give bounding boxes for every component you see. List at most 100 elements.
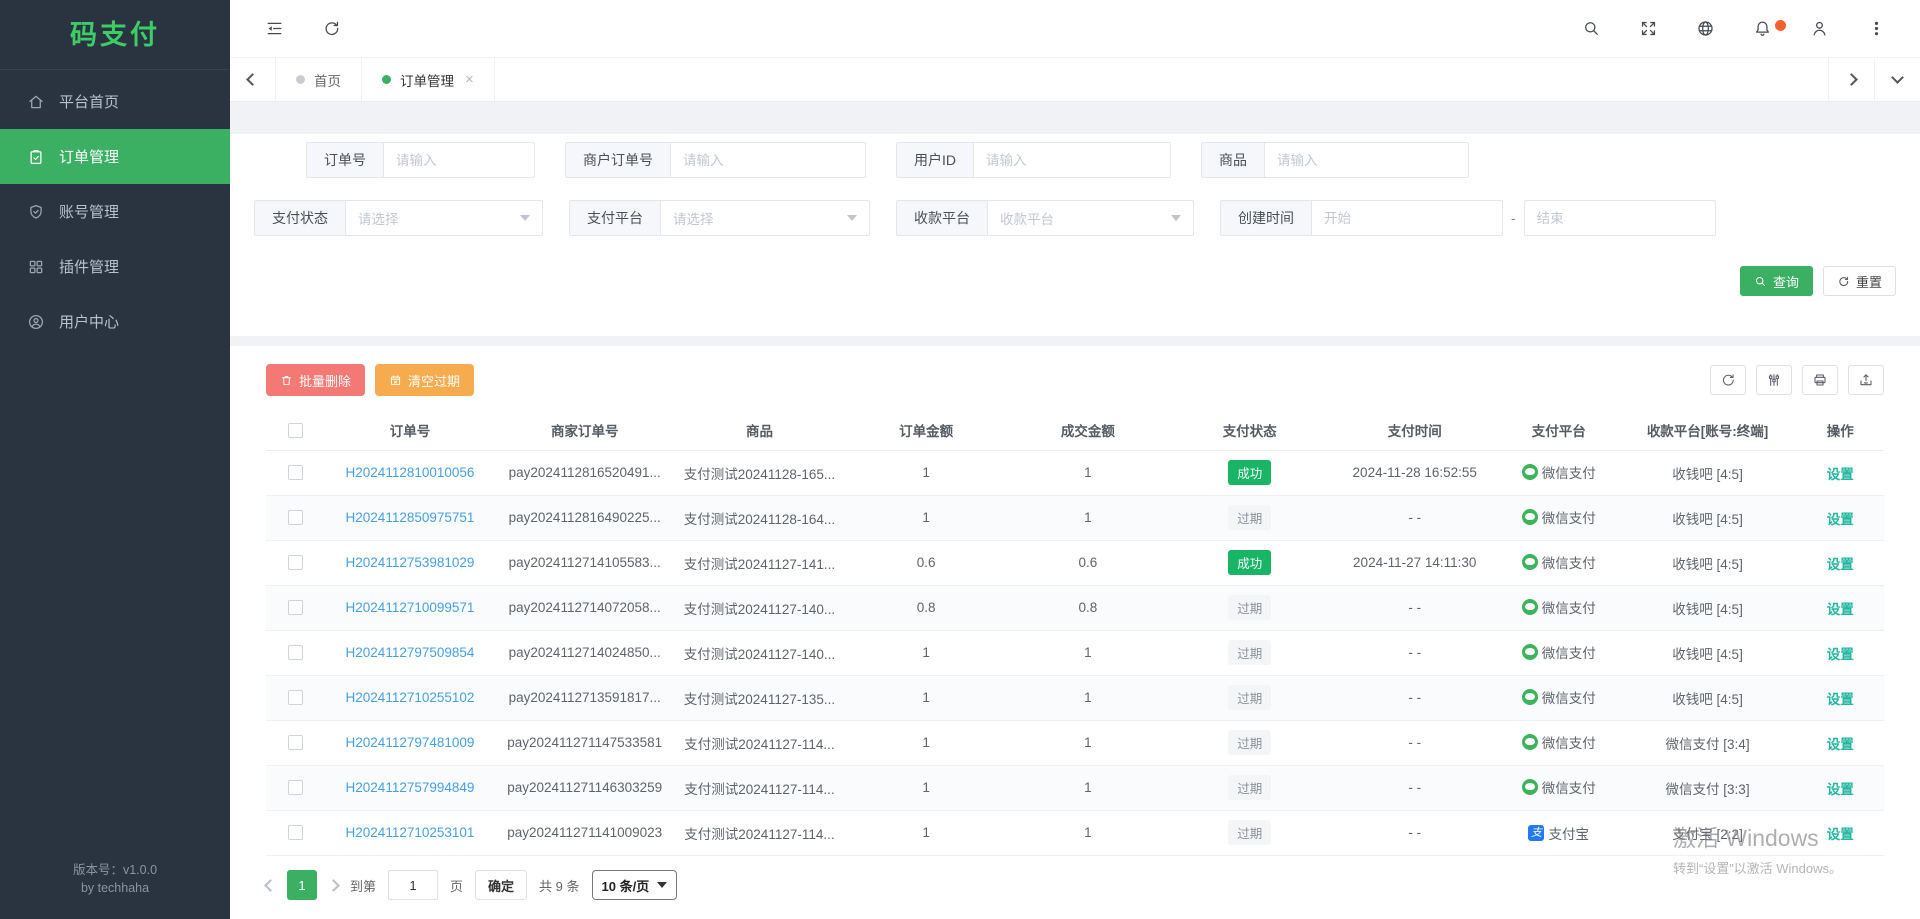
fullscreen-icon[interactable]	[1638, 19, 1658, 39]
order-no-link[interactable]: H2024112753981029	[346, 555, 475, 570]
row-checkbox[interactable]	[288, 690, 303, 705]
user-icon[interactable]	[1809, 19, 1829, 39]
receive-platform-select[interactable]: 收款平台	[987, 200, 1194, 236]
search-icon[interactable]	[1581, 19, 1601, 39]
settings-link[interactable]: 设置	[1827, 557, 1854, 572]
reset-button[interactable]: 重置	[1823, 266, 1896, 296]
tab-label: 首页	[314, 70, 341, 90]
receive-platform: 微信支付 [3:3]	[1619, 765, 1797, 810]
order-no-link[interactable]: H2024112710099571	[346, 600, 475, 615]
sidebar-item-account-management[interactable]: 账号管理	[0, 184, 230, 239]
pay-time: - -	[1331, 495, 1499, 540]
sidebar-item-platform-home[interactable]: 平台首页	[0, 74, 230, 129]
tab-home[interactable]: 首页	[276, 58, 362, 101]
row-checkbox[interactable]	[288, 510, 303, 525]
search-button[interactable]: 查询	[1740, 266, 1813, 296]
clipboard-check-icon	[27, 148, 45, 166]
row-checkbox[interactable]	[288, 645, 303, 660]
column-filter-icon[interactable]	[1756, 365, 1792, 395]
date-separator: -	[1511, 200, 1516, 236]
row-checkbox[interactable]	[288, 780, 303, 795]
sidebar-item-order-management[interactable]: 订单管理	[0, 129, 230, 184]
print-icon[interactable]	[1802, 365, 1838, 395]
settings-link[interactable]: 设置	[1827, 782, 1854, 797]
more-vertical-icon[interactable]	[1866, 19, 1886, 39]
export-icon[interactable]	[1848, 365, 1884, 395]
tabbar: 首页 订单管理 ×	[230, 58, 1920, 102]
col-pay-status: 支付状态	[1169, 410, 1331, 450]
settings-link[interactable]: 设置	[1827, 602, 1854, 617]
globe-icon[interactable]	[1695, 19, 1715, 39]
create-time-end-input[interactable]	[1524, 200, 1716, 236]
order-no-link[interactable]: H2024112850975751	[346, 510, 475, 525]
tabs-scroll-right-icon[interactable]	[1828, 58, 1874, 101]
order-no-link[interactable]: H2024112810010056	[346, 465, 475, 480]
col-product: 商品	[674, 410, 846, 450]
close-tab-icon[interactable]: ×	[465, 71, 474, 88]
pay-platform-select[interactable]: 请选择	[660, 200, 870, 236]
app-logo: 码支付	[0, 0, 230, 70]
sidebar-item-user-center[interactable]: 用户中心	[0, 294, 230, 349]
prev-page-icon[interactable]	[266, 881, 275, 890]
tab-label: 订单管理	[400, 70, 454, 90]
order-no-link[interactable]: H2024112710253101	[346, 825, 475, 840]
current-page-button[interactable]: 1	[287, 870, 317, 900]
merchant-order-no: pay2024112714072058...	[496, 585, 674, 630]
bell-icon[interactable]	[1752, 19, 1772, 39]
select-all-checkbox[interactable]	[288, 423, 303, 438]
refresh-icon[interactable]	[321, 19, 341, 39]
product-name: 支付测试20241127-114...	[674, 765, 846, 810]
order-no-input[interactable]	[383, 142, 535, 178]
next-page-icon[interactable]	[329, 881, 338, 890]
page-size-select[interactable]: 10 条/页	[592, 870, 678, 900]
sidebar-item-plugin-management[interactable]: 插件管理	[0, 239, 230, 294]
clear-expired-button[interactable]: 清空过期	[375, 364, 474, 396]
status-badge: 过期	[1228, 640, 1271, 665]
product-name: 支付测试20241127-114...	[674, 720, 846, 765]
settings-link[interactable]: 设置	[1827, 512, 1854, 527]
table-header: 订单号 商家订单号 商品 订单金额 成交金额 支付状态 支付时间 支付平台 收款…	[266, 410, 1884, 450]
wechat-pay-icon	[1522, 554, 1538, 570]
row-checkbox[interactable]	[288, 735, 303, 750]
tabs-scroll-left-icon[interactable]	[230, 58, 276, 101]
goto-prefix-label: 到第	[350, 876, 376, 895]
receive-platform: 收钱吧 [4:5]	[1619, 630, 1797, 675]
goto-page-input[interactable]	[388, 870, 438, 900]
platform-name: 微信支付	[1542, 777, 1596, 797]
settings-link[interactable]: 设置	[1827, 737, 1854, 752]
order-amount: 1	[845, 450, 1007, 495]
batch-delete-button[interactable]: 批量删除	[266, 364, 365, 396]
calendar-x-icon	[389, 374, 402, 387]
row-checkbox[interactable]	[288, 600, 303, 615]
wechat-pay-icon	[1522, 779, 1538, 795]
order-no-link[interactable]: H2024112797481009	[346, 735, 475, 750]
pay-time: - -	[1331, 810, 1499, 855]
collapse-menu-icon[interactable]	[264, 19, 284, 39]
order-no-link[interactable]: H2024112797509854	[346, 645, 475, 660]
goto-confirm-button[interactable]: 确定	[475, 870, 527, 900]
wechat-pay-icon	[1522, 644, 1538, 660]
settings-link[interactable]: 设置	[1827, 647, 1854, 662]
row-checkbox[interactable]	[288, 555, 303, 570]
merchant-order-no-input[interactable]	[670, 142, 866, 178]
settings-link[interactable]: 设置	[1827, 692, 1854, 707]
order-amount: 1	[845, 675, 1007, 720]
sidebar-item-label: 平台首页	[59, 91, 119, 112]
user-id-input[interactable]	[973, 142, 1171, 178]
order-no-link[interactable]: H2024112757994849	[346, 780, 475, 795]
wechat-pay-icon	[1522, 734, 1538, 750]
main-area: 首页 订单管理 × 订单号 商户订单号	[230, 0, 1920, 919]
product-input[interactable]	[1264, 142, 1469, 178]
create-time-start-input[interactable]	[1311, 200, 1503, 236]
tab-order-management[interactable]: 订单管理 ×	[362, 58, 495, 101]
order-amount: 0.8	[845, 585, 1007, 630]
table-refresh-icon[interactable]	[1710, 365, 1746, 395]
settings-link[interactable]: 设置	[1827, 827, 1854, 842]
order-no-link[interactable]: H2024112710255102	[346, 690, 475, 705]
row-checkbox[interactable]	[288, 825, 303, 840]
row-checkbox[interactable]	[288, 465, 303, 480]
pay-status-select[interactable]: 请选择	[345, 200, 543, 236]
tabs-dropdown-icon[interactable]	[1874, 58, 1920, 101]
settings-link[interactable]: 设置	[1827, 467, 1854, 482]
merchant-order-no: pay2024112714024850...	[496, 630, 674, 675]
